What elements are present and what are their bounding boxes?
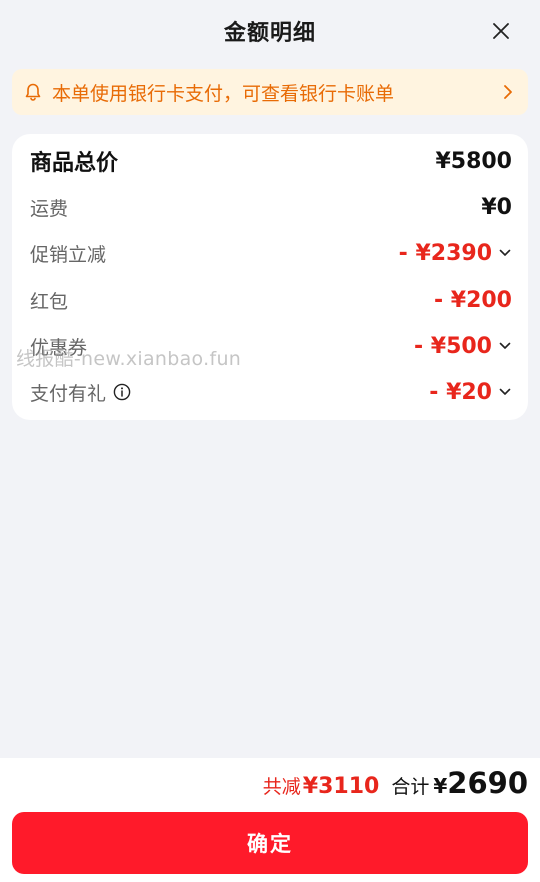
price-summary: 共减 ¥3110 合计 ¥ 2690 xyxy=(263,766,528,802)
pay-gift-label-group: 支付有礼 xyxy=(30,379,131,406)
bell-icon xyxy=(22,81,44,103)
pay-gift-label: 支付有礼 xyxy=(30,382,107,405)
coupon-amount-group[interactable]: - ¥500 xyxy=(414,334,512,359)
notice-text: 本单使用银行卡支付，可查看银行卡账单 xyxy=(52,82,395,105)
coupon-amount: - ¥500 xyxy=(413,333,492,359)
pay-gift-amount: - ¥20 xyxy=(429,379,492,405)
row-total-price: 商品总价 ¥5800 xyxy=(30,146,512,177)
close-icon[interactable] xyxy=(491,21,511,41)
redpacket-label: 红包 xyxy=(30,290,69,313)
promo-amount-group[interactable]: - ¥2390 xyxy=(399,241,512,266)
coupon-label: 优惠券 xyxy=(30,336,88,359)
row-coupon[interactable]: 优惠券 - ¥500 xyxy=(30,331,512,361)
shipping-amount: ¥0 xyxy=(481,194,512,220)
confirm-button[interactable]: 确定 xyxy=(12,812,528,874)
promo-amount: - ¥2390 xyxy=(398,240,492,266)
price-breakdown-card: 商品总价 ¥5800 运费 ¥0 促销立减 - ¥2390 红包 - ¥200 … xyxy=(12,134,528,420)
total-reduction-value: ¥3110 xyxy=(302,774,380,799)
chevron-down-icon[interactable] xyxy=(498,385,512,399)
chevron-down-icon[interactable] xyxy=(498,339,512,353)
row-shipping: 运费 ¥0 xyxy=(30,192,512,222)
total-reduction-label: 共减 xyxy=(262,776,301,798)
page-title: 金额明细 xyxy=(223,21,316,46)
chevron-down-icon[interactable] xyxy=(498,246,512,260)
row-promo[interactable]: 促销立减 - ¥2390 xyxy=(30,238,512,268)
grand-total-value: 2690 xyxy=(447,766,528,800)
total-price-amount: ¥5800 xyxy=(435,148,512,174)
shipping-label: 运费 xyxy=(30,197,69,220)
chevron-right-icon[interactable] xyxy=(500,83,516,101)
modal-header: 金额明细 xyxy=(0,0,540,62)
row-pay-gift[interactable]: 支付有礼 - ¥20 xyxy=(30,377,512,407)
info-icon[interactable] xyxy=(113,383,131,401)
promo-label: 促销立减 xyxy=(30,243,107,266)
total-price-label: 商品总价 xyxy=(30,151,119,176)
close-button[interactable] xyxy=(488,18,514,44)
bank-card-notice[interactable]: 本单使用银行卡支付，可查看银行卡账单 xyxy=(12,69,528,115)
currency-symbol: ¥ xyxy=(433,774,448,798)
footer-bar: 共减 ¥3110 合计 ¥ 2690 确定 xyxy=(0,758,540,882)
row-redpacket: 红包 - ¥200 xyxy=(30,285,512,315)
grand-total-label: 合计 xyxy=(391,776,430,798)
pay-gift-amount-group[interactable]: - ¥20 xyxy=(429,380,512,405)
redpacket-amount: - ¥200 xyxy=(433,287,512,313)
